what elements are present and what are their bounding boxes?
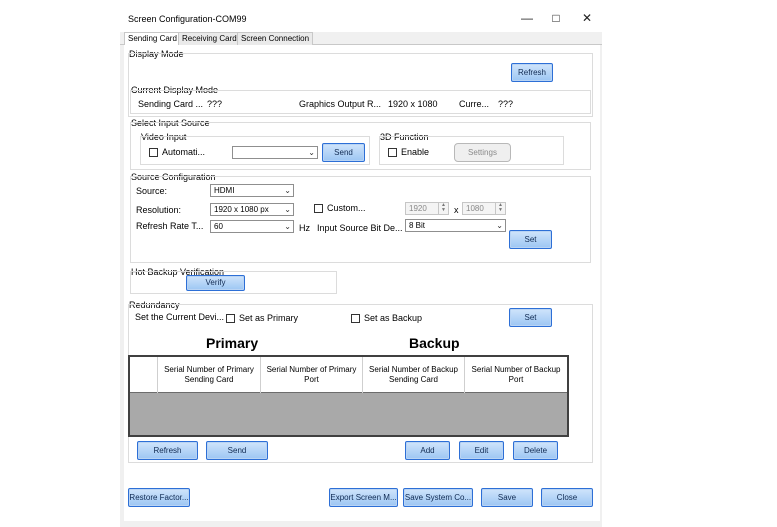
source-config-set-button[interactable]: Set — [509, 230, 552, 249]
curre-label: Curre... — [459, 99, 490, 109]
source-label: Source: — [136, 186, 168, 196]
settings-button[interactable]: Settings — [454, 143, 511, 162]
verify-button[interactable]: Verify — [186, 275, 245, 291]
times-label: x — [454, 205, 459, 215]
maximize-icon[interactable]: □ — [545, 8, 567, 28]
title-bar: Screen Configuration-COM99 — □ ✕ — [120, 0, 602, 32]
redundancy-table[interactable]: Serial Number of Primary Sending Card Se… — [128, 355, 569, 437]
display-mode-refresh-button[interactable]: Refresh — [511, 63, 553, 82]
spinner-arrows-icon[interactable]: ▲ ▼ — [495, 203, 505, 214]
curre-value: ??? — [498, 99, 514, 109]
refresh-rate-select-value: 60 — [214, 222, 223, 231]
tab-screen-connection[interactable]: Screen Connection — [237, 32, 314, 45]
resolution-select-value: 1920 x 1080 px — [214, 205, 269, 214]
source-configuration-group — [130, 176, 591, 263]
set-backup-checkbox[interactable] — [351, 314, 360, 323]
graphics-output-label: Graphics Output R... — [299, 99, 382, 109]
enable-3d-checkbox[interactable] — [388, 148, 397, 157]
bit-depth-label: Input Source Bit De... — [317, 223, 403, 233]
automatic-checkbox[interactable] — [149, 148, 158, 157]
custom-resolution-checkbox[interactable] — [314, 204, 323, 213]
primary-heading: Primary — [206, 335, 259, 351]
chevron-down-icon: ⌄ — [284, 205, 291, 214]
export-screen-button[interactable]: Export Screen M... — [329, 488, 398, 507]
restore-factory-button[interactable]: Restore Factor... — [128, 488, 190, 507]
column-backup-port[interactable]: Serial Number of Backup Port — [464, 357, 567, 393]
row-header-column — [130, 357, 157, 393]
spinner-arrows-icon[interactable]: ▲ ▼ — [438, 203, 448, 214]
edit-button[interactable]: Edit — [459, 441, 504, 460]
save-button[interactable]: Save — [481, 488, 533, 507]
custom-height-input[interactable]: 1080 ▲ ▼ — [462, 202, 506, 215]
hz-label: Hz — [299, 223, 310, 233]
save-system-config-button[interactable]: Save System Co... — [403, 488, 473, 507]
column-primary-port[interactable]: Serial Number of Primary Port — [260, 357, 362, 393]
tab-sending-card[interactable]: Sending Card — [124, 32, 181, 46]
graphics-output-value: 1920 x 1080 — [388, 99, 438, 109]
sending-card-label: Sending Card ... — [138, 99, 204, 109]
refresh-rate-label: Refresh Rate T... — [136, 221, 204, 231]
redundancy-refresh-button[interactable]: Refresh — [137, 441, 198, 460]
automatic-label: Automati... — [162, 147, 206, 157]
minimize-icon[interactable]: — — [516, 8, 538, 28]
chevron-down-icon: ⌄ — [284, 186, 291, 195]
chevron-down-icon: ⌄ — [284, 222, 291, 231]
resolution-label: Resolution: — [136, 205, 182, 215]
delete-button[interactable]: Delete — [513, 441, 558, 460]
set-current-device-label: Set the Current Devi... — [135, 312, 225, 322]
refresh-rate-select[interactable]: 60 ⌄ — [210, 220, 294, 233]
screen-configuration-window: Screen Configuration-COM99 — □ ✕ Sending… — [120, 0, 602, 527]
close-icon[interactable]: ✕ — [576, 8, 598, 28]
source-select[interactable]: HDMI ⌄ — [210, 184, 294, 197]
chevron-down-icon: ⌄ — [308, 148, 315, 157]
window-title: Screen Configuration-COM99 — [128, 14, 247, 24]
video-input-select[interactable]: ⌄ — [232, 146, 318, 159]
set-primary-checkbox[interactable] — [226, 314, 235, 323]
table-header: Serial Number of Primary Sending Card Se… — [130, 357, 567, 393]
tab-bar: Sending Card Receiving Card Screen Conne… — [120, 32, 602, 46]
redundancy-set-button[interactable]: Set — [509, 308, 552, 327]
bit-depth-select-value: 8 Bit — [409, 221, 426, 230]
redundancy-send-button[interactable]: Send — [206, 441, 268, 460]
set-primary-label: Set as Primary — [239, 313, 299, 323]
column-primary-sending-card[interactable]: Serial Number of Primary Sending Card — [157, 357, 260, 393]
video-input-send-button[interactable]: Send — [322, 143, 365, 162]
enable-3d-label: Enable — [401, 147, 430, 157]
resolution-select[interactable]: 1920 x 1080 px ⌄ — [210, 203, 294, 216]
sending-card-panel: Display Mode Refresh Current Display Mod… — [124, 45, 600, 521]
sending-card-value: ??? — [207, 99, 223, 109]
add-button[interactable]: Add — [405, 441, 450, 460]
tab-receiving-card[interactable]: Receiving Card — [178, 32, 241, 45]
backup-heading: Backup — [409, 335, 460, 351]
custom-height-value: 1080 — [466, 204, 484, 213]
set-backup-label: Set as Backup — [364, 313, 423, 323]
custom-resolution-label: Custom... — [327, 203, 366, 213]
source-select-value: HDMI — [214, 186, 235, 195]
bit-depth-select[interactable]: 8 Bit ⌄ — [405, 219, 506, 232]
custom-width-value: 1920 — [409, 204, 427, 213]
column-backup-sending-card[interactable]: Serial Number of Backup Sending Card — [362, 357, 464, 393]
chevron-down-icon: ⌄ — [496, 221, 503, 230]
close-button[interactable]: Close — [541, 488, 593, 507]
custom-width-input[interactable]: 1920 ▲ ▼ — [405, 202, 449, 215]
